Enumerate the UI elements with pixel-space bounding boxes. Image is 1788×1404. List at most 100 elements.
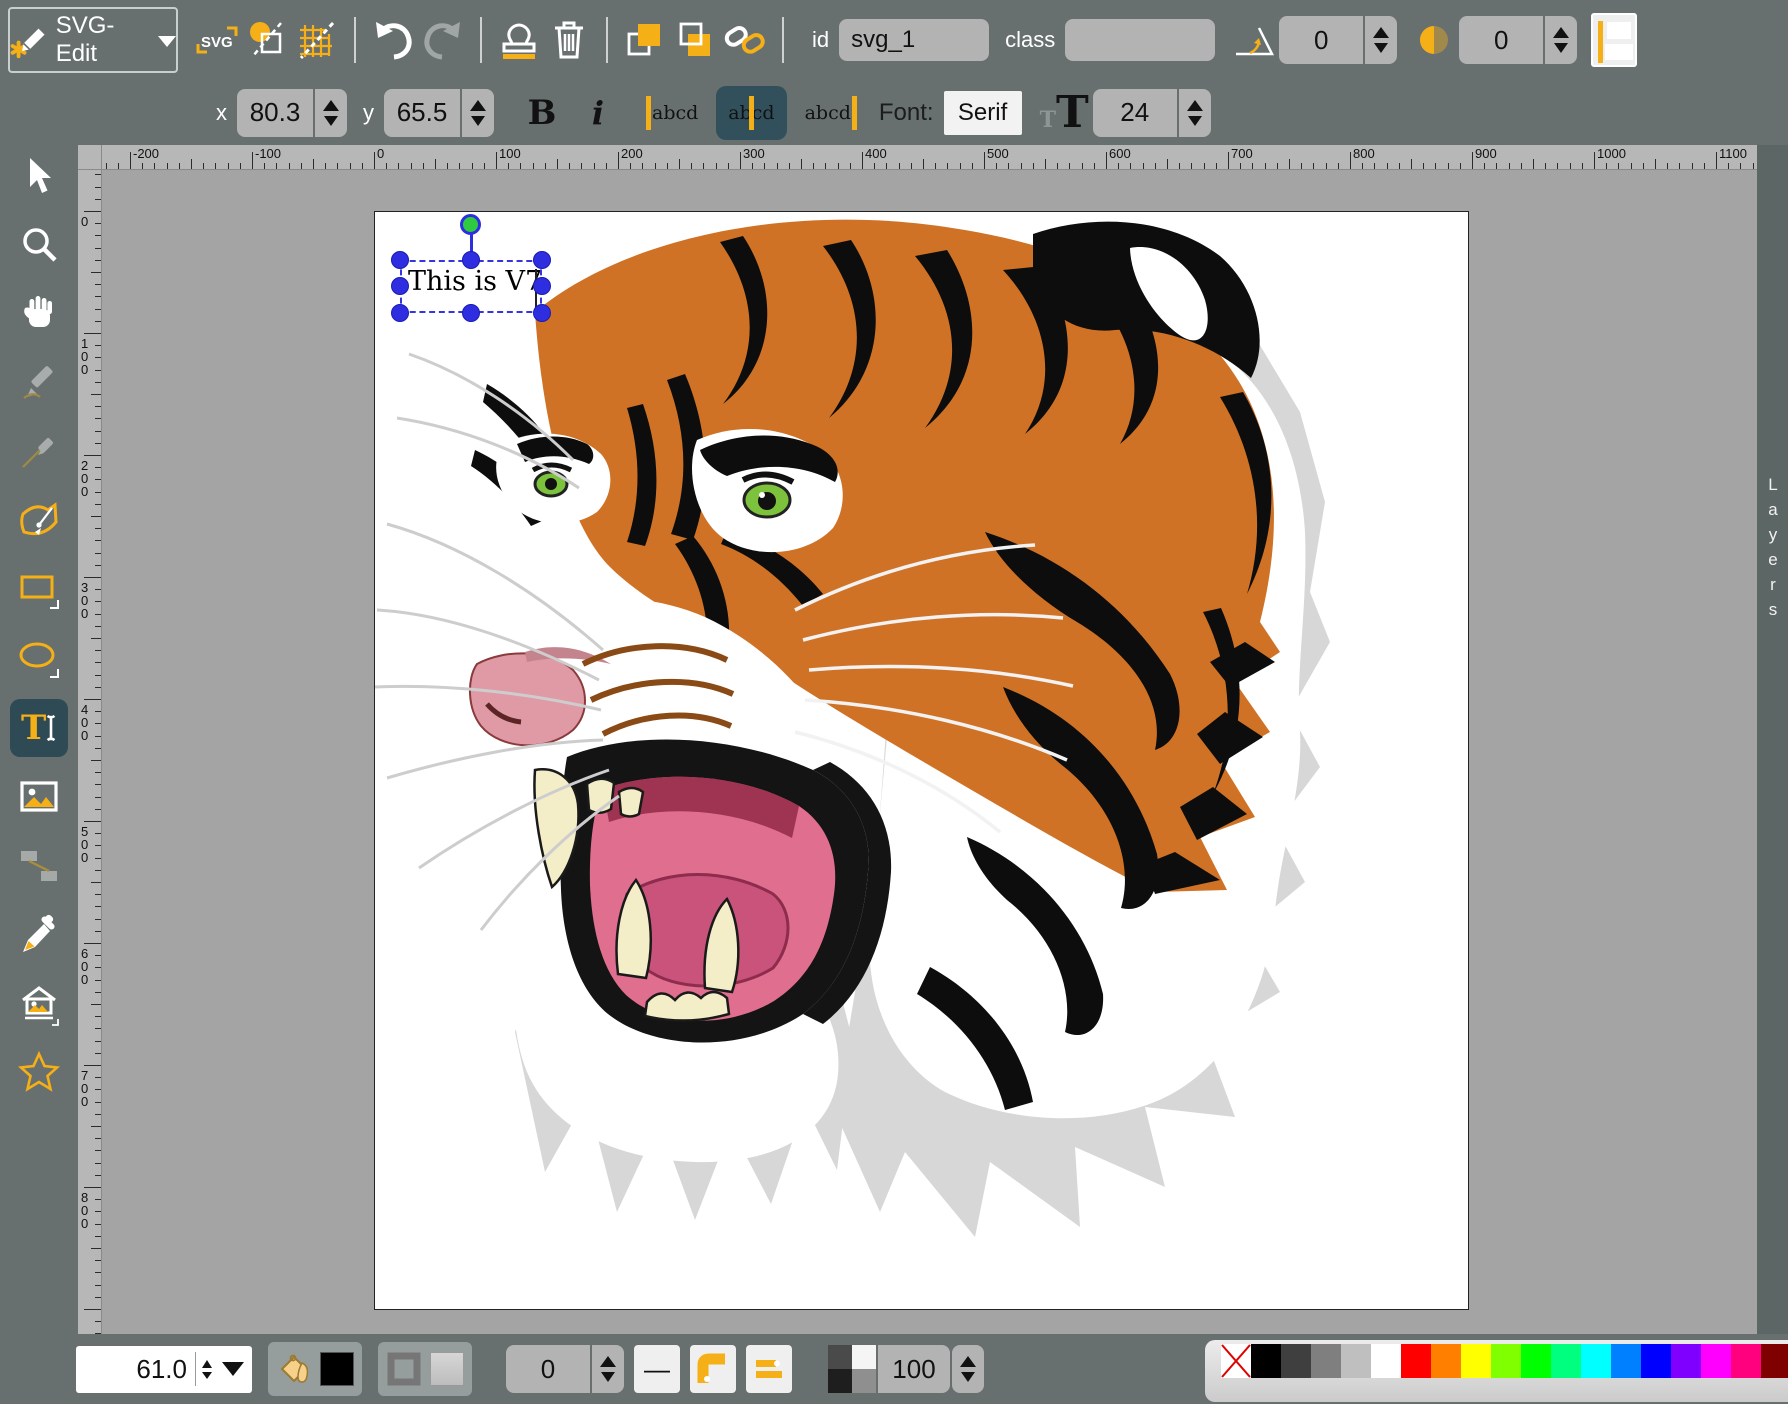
separator — [782, 17, 784, 63]
selection-handle-w[interactable] — [391, 277, 409, 295]
y-value[interactable]: 65.5 — [384, 89, 460, 137]
text-anchor-middle-button[interactable]: abcd — [716, 86, 786, 140]
tool-pencil[interactable] — [10, 354, 68, 412]
text-anchor-end-button[interactable]: abcd — [793, 86, 863, 140]
clone-button[interactable] — [494, 12, 544, 68]
zoom-control: 61.0 — [76, 1346, 252, 1393]
svg-source-icon: SVG — [194, 20, 240, 60]
text-anchor-start-button[interactable]: abcd — [640, 86, 710, 140]
font-size-spin-arrows[interactable] — [1179, 89, 1211, 137]
image-library-button[interactable] — [242, 12, 292, 68]
bold-button[interactable]: B — [514, 93, 570, 133]
angle-spin-arrows[interactable] — [1365, 16, 1397, 64]
linejoin-button[interactable] — [690, 1345, 736, 1393]
rotate-handle[interactable] — [460, 214, 481, 235]
move-to-bottom-button[interactable] — [670, 12, 720, 68]
palette-swatch[interactable] — [1461, 1344, 1491, 1378]
palette-swatch[interactable] — [1401, 1344, 1431, 1378]
tool-eyedropper[interactable] — [10, 906, 68, 964]
tool-path[interactable] — [10, 492, 68, 550]
zoom-value[interactable]: 61.0 — [84, 1354, 195, 1385]
font-size-value[interactable]: 24 — [1093, 89, 1177, 137]
undo-button[interactable] — [368, 12, 418, 68]
angle-value[interactable]: 0 — [1279, 16, 1363, 64]
palette-swatch[interactable] — [1641, 1344, 1671, 1378]
selection-handle-sw[interactable] — [391, 304, 409, 322]
stroke-color-swatch[interactable] — [430, 1352, 464, 1386]
blur-value[interactable]: 0 — [1459, 16, 1543, 64]
blur-spin-arrows[interactable] — [1545, 16, 1577, 64]
element-id-input[interactable] — [839, 19, 989, 61]
palette-swatch[interactable] — [1761, 1344, 1788, 1378]
tool-ellipse[interactable] — [10, 630, 68, 688]
palette-swatch[interactable] — [1581, 1344, 1611, 1378]
grid-snap-button[interactable] — [292, 12, 342, 68]
y-spin-arrows[interactable] — [462, 89, 494, 137]
palette-swatch[interactable] — [1311, 1344, 1341, 1378]
font-size-icon: T T — [1040, 87, 1089, 138]
tool-rectangle[interactable] — [10, 561, 68, 619]
italic-button[interactable]: i — [570, 94, 626, 132]
selection-handle-nw[interactable] — [391, 251, 409, 269]
selection-handle-ne[interactable] — [533, 251, 551, 269]
palette-swatch[interactable] — [1371, 1344, 1401, 1378]
font-family-button[interactable]: Serif — [944, 91, 1022, 135]
spin-down-icon[interactable] — [1374, 43, 1388, 53]
palette-swatch[interactable] — [1671, 1344, 1701, 1378]
tool-connector[interactable] — [10, 837, 68, 895]
tool-shape-library[interactable] — [10, 975, 68, 1033]
stroke-dash-button[interactable]: — — [634, 1345, 680, 1393]
workspace[interactable]: This is V7 — [102, 170, 1757, 1334]
anchor-middle-icon — [749, 96, 754, 130]
spin-up-icon[interactable] — [1373, 27, 1389, 38]
x-spin-arrows[interactable] — [315, 89, 347, 137]
redo-button[interactable] — [418, 12, 468, 68]
palette-swatch[interactable] — [1221, 1344, 1251, 1378]
source-editor-button[interactable]: SVG — [192, 12, 242, 68]
stroke-width-value[interactable]: 0 — [506, 1345, 590, 1393]
spin-up-icon[interactable] — [1553, 27, 1569, 38]
opacity-value[interactable]: 100 — [878, 1345, 950, 1393]
selection-handle-s[interactable] — [462, 304, 480, 322]
zoom-dropdown-icon[interactable] — [222, 1362, 244, 1376]
tool-star[interactable] — [10, 1044, 68, 1102]
move-to-top-button[interactable] — [620, 12, 670, 68]
drawing-canvas[interactable]: This is V7 — [374, 211, 1469, 1310]
linecap-button[interactable] — [746, 1345, 792, 1393]
spin-down-icon[interactable] — [1554, 43, 1568, 53]
side-panel-button[interactable] — [1591, 13, 1637, 67]
palette-swatch[interactable] — [1281, 1344, 1311, 1378]
selection-handle-n[interactable] — [462, 251, 480, 269]
fill-color-swatch[interactable] — [320, 1352, 354, 1386]
palette-swatch[interactable] — [1431, 1344, 1461, 1378]
zoom-spin-arrows[interactable] — [196, 1360, 218, 1379]
opacity-arrows[interactable] — [952, 1345, 984, 1393]
make-link-button[interactable] — [720, 12, 770, 68]
linecap-icon — [752, 1352, 786, 1386]
palette-swatch[interactable] — [1341, 1344, 1371, 1378]
tool-zoom[interactable] — [10, 216, 68, 274]
layers-panel-toggle[interactable]: Layers — [1757, 145, 1788, 1334]
main-menu-button[interactable]: SVG-Edit — [8, 7, 178, 73]
palette-swatch[interactable] — [1611, 1344, 1641, 1378]
tool-select[interactable] — [10, 147, 68, 205]
grid-icon — [295, 18, 339, 62]
palette-swatch[interactable] — [1731, 1344, 1761, 1378]
stamp-icon — [496, 17, 542, 63]
palette-swatch[interactable] — [1491, 1344, 1521, 1378]
delete-button[interactable] — [544, 12, 594, 68]
palette-swatch[interactable] — [1701, 1344, 1731, 1378]
tool-pan[interactable] — [10, 285, 68, 343]
element-class-input[interactable] — [1065, 19, 1215, 61]
selection-handle-se[interactable] — [533, 304, 551, 322]
palette-swatch[interactable] — [1551, 1344, 1581, 1378]
x-value[interactable]: 80.3 — [237, 89, 313, 137]
stroke-width-arrows[interactable] — [592, 1345, 624, 1393]
tool-text[interactable]: T — [10, 699, 68, 757]
palette-swatch[interactable] — [1521, 1344, 1551, 1378]
palette-swatch[interactable] — [1251, 1344, 1281, 1378]
image-library-icon — [245, 18, 289, 62]
selection-handle-e[interactable] — [533, 277, 551, 295]
tool-line[interactable] — [10, 423, 68, 481]
tool-image[interactable] — [10, 768, 68, 826]
